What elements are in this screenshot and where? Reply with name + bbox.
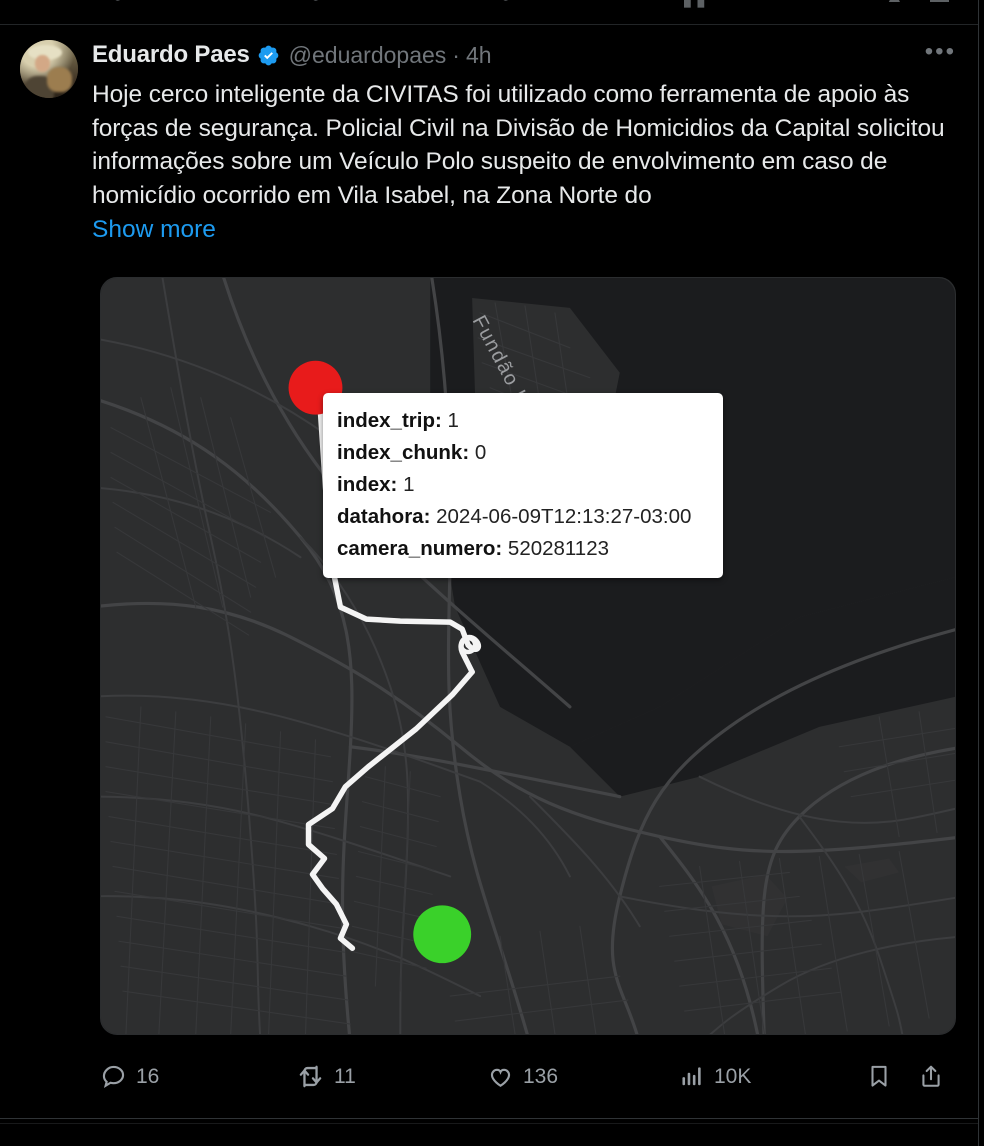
more-options-button[interactable]: ••• <box>916 40 956 68</box>
popup-row-index-chunk: index_chunk: 0 <box>337 441 487 464</box>
popup-key-index: index <box>337 473 391 496</box>
post-action-bar: 16 11 136 10K <box>0 1050 978 1106</box>
author-handle[interactable]: @eduardopaes <box>289 42 447 69</box>
popup-key-index-trip: index_trip <box>337 409 435 432</box>
map-canvas: .rd { stroke:#434446; fill:none; stroke-… <box>101 278 955 1034</box>
like-count: 136 <box>523 1064 559 1088</box>
post-header: Eduardo Paes @eduardopaes · 4h ••• <box>92 40 962 70</box>
popup-key-index-chunk: index_chunk <box>337 441 463 464</box>
post-bottom-divider-2 <box>0 1123 978 1124</box>
reply-button[interactable]: 16 <box>100 1056 159 1096</box>
share-icon[interactable]: ▬ <box>930 0 949 6</box>
popup-row-camera-numero: camera_numero: 520281123 <box>337 537 610 560</box>
reply-icon[interactable]: ● <box>112 0 123 6</box>
retweet-count: 11 <box>334 1064 356 1088</box>
map-data-popup[interactable]: index_trip: 1 index_chunk: 0 index: 1 da… <box>323 393 723 578</box>
post-article: Eduardo Paes @eduardopaes · 4h ••• Hoje … <box>0 28 978 247</box>
heart-icon <box>490 1068 511 1087</box>
green-marker <box>413 905 472 964</box>
popup-row-datahora: datahora: 2024-06-09T12:13:27-03:00 <box>337 505 692 528</box>
like-button[interactable]: 136 <box>487 1056 558 1096</box>
like-icon[interactable]: ● <box>500 0 511 6</box>
retweet-button[interactable]: 11 <box>296 1056 356 1096</box>
views-count: 10K <box>714 1064 752 1088</box>
popup-value-datahora: 2024-06-09T12:13:27-03:00 <box>436 505 692 528</box>
popup-value-index: 1 <box>403 473 415 496</box>
bookmark-icon <box>871 1065 887 1087</box>
top-divider <box>0 24 978 25</box>
share-button[interactable] <box>918 1056 953 1096</box>
previous-post-action-bar: ● ● ● ▌▌ ▲ ▬ <box>0 0 984 20</box>
popup-value-camera-numero: 520281123 <box>507 537 610 560</box>
post-bottom-divider <box>0 1118 978 1119</box>
avatar[interactable] <box>20 40 78 98</box>
views-bar-chart-icon <box>682 1067 701 1086</box>
post-body: Eduardo Paes @eduardopaes · 4h ••• Hoje … <box>92 40 962 247</box>
views-icon[interactable]: ▌▌ <box>684 0 711 6</box>
post-text: Hoje cerco inteligente da CIVITAS foi ut… <box>92 81 952 209</box>
show-more-link[interactable]: Show more <box>92 213 216 247</box>
popup-value-index-trip: 1 <box>447 409 459 432</box>
avatar-column <box>20 40 78 247</box>
header-separator: · <box>452 41 460 68</box>
popup-key-camera-numero: camera_numero <box>337 537 496 560</box>
popup-row-index: index: 1 <box>337 473 415 496</box>
retweet-icon[interactable]: ● <box>310 0 321 6</box>
bookmark-button[interactable] <box>866 1056 901 1096</box>
author-display-name[interactable]: Eduardo Paes <box>92 41 250 69</box>
retweet-icon <box>299 1065 322 1087</box>
reply-icon <box>102 1065 125 1088</box>
views-button[interactable]: 10K <box>679 1056 751 1096</box>
bookmark-icon[interactable]: ▲ <box>885 0 904 6</box>
reply-count: 16 <box>136 1064 160 1088</box>
popup-value-index-chunk: 0 <box>474 441 487 464</box>
post-timestamp[interactable]: 4h <box>466 42 492 69</box>
column-right-border <box>978 0 979 1146</box>
popup-row-index-trip: index_trip: 1 <box>337 409 459 432</box>
popup-key-datahora: datahora <box>337 505 424 528</box>
post-page: ● ● ● ▌▌ ▲ ▬ Eduardo Paes <box>0 0 984 1146</box>
map-media-card[interactable]: .rd { stroke:#434446; fill:none; stroke-… <box>100 277 956 1035</box>
share-icon <box>922 1065 940 1087</box>
verified-badge-icon <box>257 44 280 67</box>
